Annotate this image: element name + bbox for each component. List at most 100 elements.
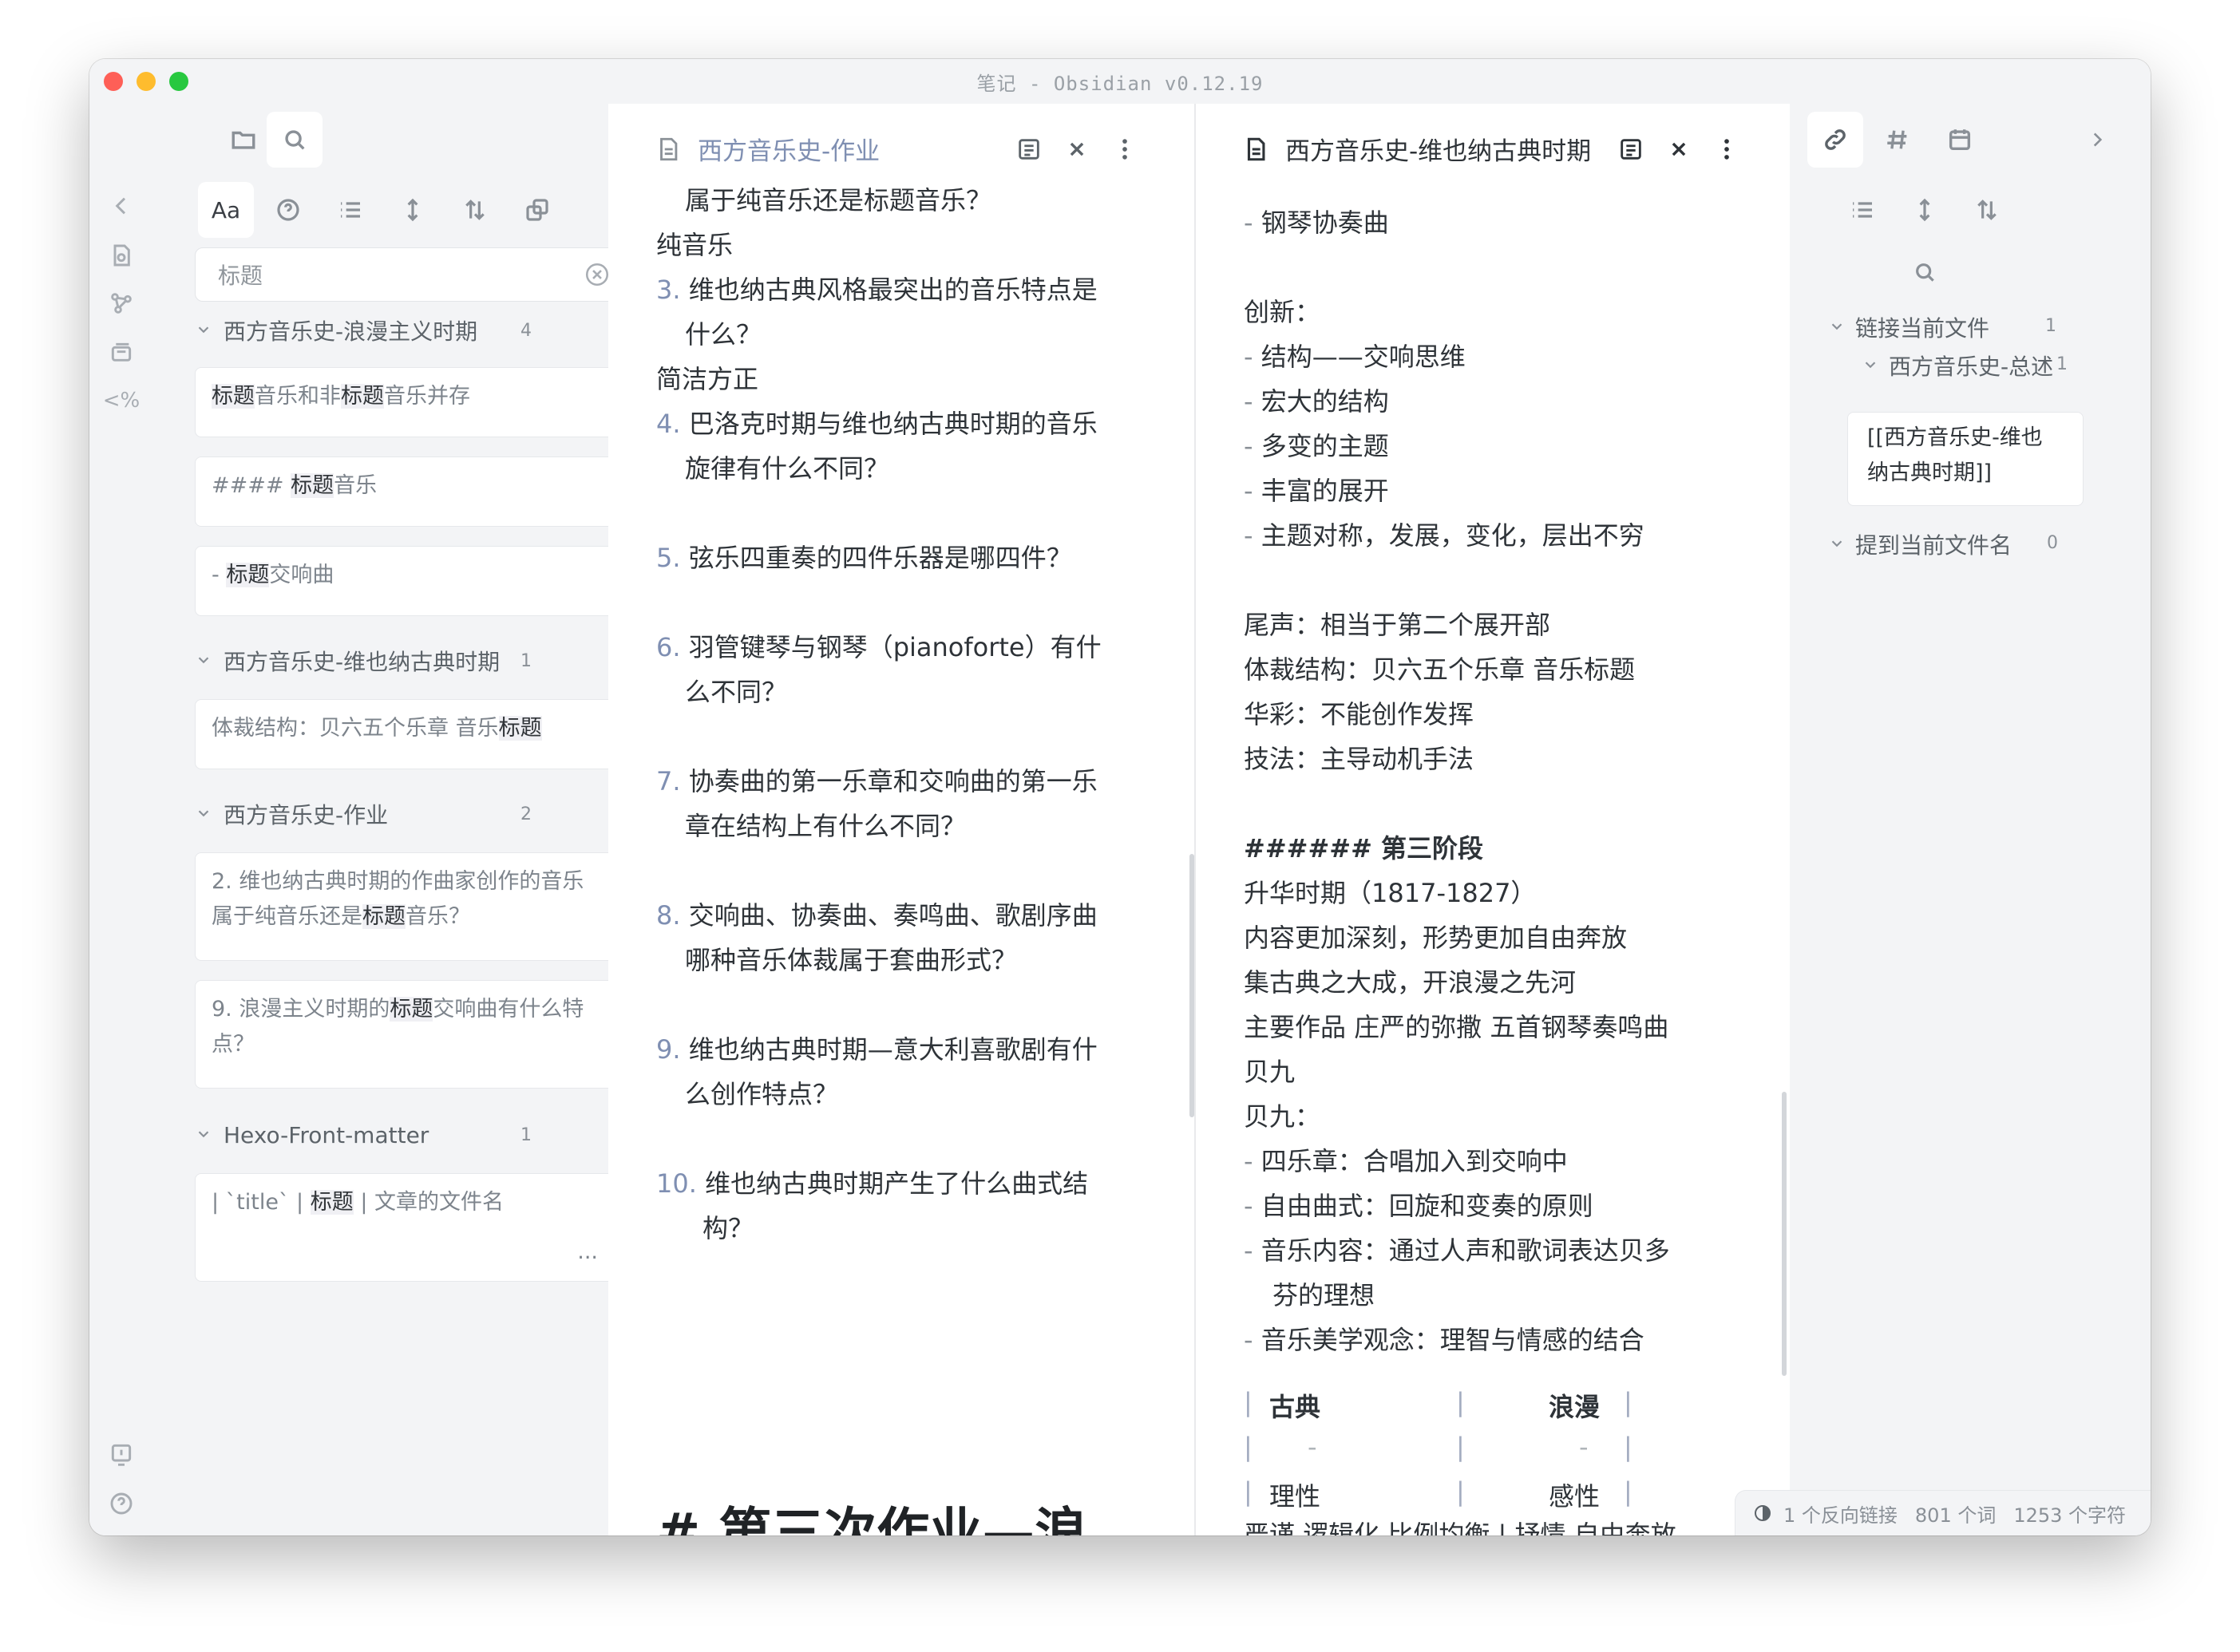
close-window-button[interactable] xyxy=(104,72,123,91)
editor-line: 集古典之大成，开浪漫之先河 xyxy=(1244,962,1576,999)
clear-search-icon[interactable] xyxy=(584,261,611,288)
help-icon[interactable] xyxy=(105,1488,137,1520)
editor-body-left[interactable]: 属于纯音乐还是标题音乐？ 纯音乐 3. 维也纳古典风格最突出的音乐特点是 什么？ 简洁方… xyxy=(608,185,1194,1535)
backlinks-tab[interactable] xyxy=(1807,112,1863,168)
search-result-group[interactable]: 西方音乐史-作业 2 xyxy=(89,795,536,833)
list-dash: - xyxy=(1244,342,1261,372)
snippet-text: | 文章的文件名 xyxy=(353,1190,504,1215)
chevron-down-icon[interactable] xyxy=(1828,535,1846,552)
match-highlight: 标题 xyxy=(310,1190,354,1215)
table-pipe: | xyxy=(1456,1432,1465,1462)
result-file-name[interactable]: 西方音乐史-浪漫主义时期 xyxy=(224,314,477,346)
chevron-down-icon[interactable] xyxy=(1828,318,1846,335)
table-pipe: | xyxy=(1624,1432,1633,1462)
search-result-snippet[interactable]: - 标题交响曲 xyxy=(195,546,615,616)
minimize-window-button[interactable] xyxy=(137,72,156,91)
backlink-file-name[interactable]: 西方音乐史-总述 xyxy=(1889,350,2053,381)
status-bar: 1 个反向链接 801 个词 1253 个字符 xyxy=(1735,1490,2151,1535)
chevron-down-icon[interactable] xyxy=(1862,356,1879,373)
backlinks-search-button[interactable] xyxy=(1897,244,1953,300)
search-input-box[interactable] xyxy=(195,247,619,302)
editor-line: 10. 维也纳古典时期产生了什么曲式结 xyxy=(656,1164,1088,1200)
editor-line: 内容更加深刻，形势更加自由奔放 xyxy=(1244,918,1627,954)
match-highlight: 标题 xyxy=(390,997,433,1022)
search-result-group[interactable]: 西方音乐史-维也纳古典时期 1 xyxy=(89,642,536,680)
search-result-group[interactable]: Hexo-Front-matter 1 xyxy=(89,1116,536,1154)
tags-tab[interactable] xyxy=(1870,112,1925,168)
snippet-ellipsis: ... xyxy=(577,1239,598,1264)
line-text: 维也纳古典时期—意大利喜歌剧有什 xyxy=(688,1034,1098,1065)
snippet-text: 音乐？ xyxy=(406,904,470,929)
line-text: 结构——交响思维 xyxy=(1260,342,1466,372)
copy-results-button[interactable] xyxy=(509,182,565,238)
snippet-text: 9. 浪漫主义时期的 xyxy=(212,997,390,1022)
editor-line: - 钢琴协奏曲 xyxy=(1244,203,1389,239)
search-result-snippet[interactable]: 9. 浪漫主义时期的标题交响曲有什么特点？ xyxy=(195,980,615,1089)
expand-vertical-icon xyxy=(407,198,418,222)
calendar-tab[interactable] xyxy=(1932,112,1988,168)
more-options-icon[interactable] xyxy=(1111,136,1138,163)
chevron-down-icon[interactable] xyxy=(195,804,212,822)
sync-status-icon[interactable] xyxy=(1753,1504,1772,1523)
editor-line: 9. 维也纳古典时期—意大利喜歌剧有什 xyxy=(656,1030,1098,1066)
table-cell: 感性 xyxy=(1549,1481,1601,1512)
line-text: 内容更加深刻，形势更加自由奔放 xyxy=(1244,923,1628,953)
search-result-snippet[interactable]: 标题音乐和非标题音乐并存 xyxy=(195,367,615,437)
chevron-down-icon[interactable] xyxy=(195,651,212,669)
search-result-snippet[interactable]: 体裁结构：贝六五个乐章 音乐标题 xyxy=(195,699,615,769)
table-pipe: | xyxy=(1456,1476,1465,1507)
pane-title-right[interactable]: 西方音乐史-维也纳古典时期 xyxy=(1285,131,1591,167)
collapse-results-toggle[interactable] xyxy=(323,182,378,238)
search-result-snippet[interactable]: #### 标题音乐 xyxy=(195,456,615,527)
result-file-name[interactable]: Hexo-Front-matter xyxy=(224,1122,429,1148)
result-file-name[interactable]: 西方音乐史-作业 xyxy=(224,798,388,830)
more-options-icon[interactable] xyxy=(1713,136,1740,163)
search-result-group[interactable]: 西方音乐史-浪漫主义时期 4 xyxy=(89,311,536,350)
question-icon xyxy=(277,199,299,221)
backlink-count[interactable]: 1 个反向链接 xyxy=(1783,1500,1898,1528)
editor-line: 芬的理想 xyxy=(1272,1275,1375,1312)
line-text: 么不同？ xyxy=(685,677,788,707)
collapse-right-icon[interactable] xyxy=(2077,120,2117,160)
reading-mode-icon[interactable] xyxy=(1015,136,1043,163)
pane-title-left[interactable]: 西方音乐史-作业 xyxy=(698,131,880,167)
search-input[interactable] xyxy=(196,260,571,289)
line-text: 主题对称，发展，变化，层出不穷 xyxy=(1260,520,1644,551)
chevron-down-icon[interactable] xyxy=(195,1125,212,1143)
search-result-snippet[interactable]: | `title` | 标题 | 文章的文件名... xyxy=(195,1173,615,1282)
linked-mentions-label[interactable]: 链接当前文件 xyxy=(1855,311,1989,343)
vault-switch-icon[interactable] xyxy=(105,1438,137,1470)
search-result-snippet[interactable]: 2. 维也纳古典时期的作曲家创作的音乐属于纯音乐还是标题音乐？ xyxy=(195,852,615,961)
sort-order-button[interactable] xyxy=(1959,182,2015,238)
open-quick-switcher-icon[interactable] xyxy=(105,239,137,271)
explain-search-toggle[interactable] xyxy=(260,182,316,238)
line-text: 属于纯音乐还是标题音乐？ xyxy=(685,185,992,215)
editor-body-right[interactable]: - 钢琴协奏曲 创新： - 结构——交响思维 - 宏大的结构 - 多变的主题 - 丰富的展… xyxy=(1196,193,1790,1535)
list-dash: - xyxy=(1244,1325,1261,1355)
show-more-context-toggle[interactable] xyxy=(385,182,441,238)
backlink-snippet-line: 纳古典时期]] xyxy=(1867,460,1993,485)
line-text: 协奏曲的第一乐章和交响曲的第一乐 xyxy=(688,766,1098,796)
close-pane-icon[interactable] xyxy=(1665,136,1692,163)
zoom-window-button[interactable] xyxy=(169,72,188,91)
collapse-results-toggle[interactable] xyxy=(1834,182,1890,238)
collapse-left-icon[interactable] xyxy=(105,190,137,222)
search-tab[interactable] xyxy=(267,112,323,168)
table-pipe: | xyxy=(1624,1476,1633,1507)
close-pane-icon[interactable] xyxy=(1063,136,1090,163)
show-more-context-toggle[interactable] xyxy=(1897,182,1953,238)
backlink-snippet[interactable]: [[西方音乐史-维也 纳古典时期]] xyxy=(1847,412,2084,506)
unlinked-mentions-label[interactable]: 提到当前文件名 xyxy=(1855,528,2012,560)
sort-order-button[interactable] xyxy=(447,182,503,238)
markdown-format-icon[interactable]: <% xyxy=(103,385,140,417)
file-explorer-tab[interactable] xyxy=(216,112,271,168)
scrollbar-right[interactable] xyxy=(1782,1092,1787,1376)
reading-mode-icon[interactable] xyxy=(1617,136,1644,163)
chevron-down-icon[interactable] xyxy=(195,321,212,338)
match-case-toggle[interactable]: Aa xyxy=(198,182,254,238)
line-text: 维也纳古典风格最突出的音乐特点是 xyxy=(688,275,1098,305)
editor-line: 什么？ xyxy=(685,314,762,351)
line-text: 章在结构上有什么不同？ xyxy=(685,811,967,841)
result-file-name[interactable]: 西方音乐史-维也纳古典时期 xyxy=(224,645,500,677)
editor-line: 属于纯音乐还是标题音乐？ xyxy=(685,180,991,217)
